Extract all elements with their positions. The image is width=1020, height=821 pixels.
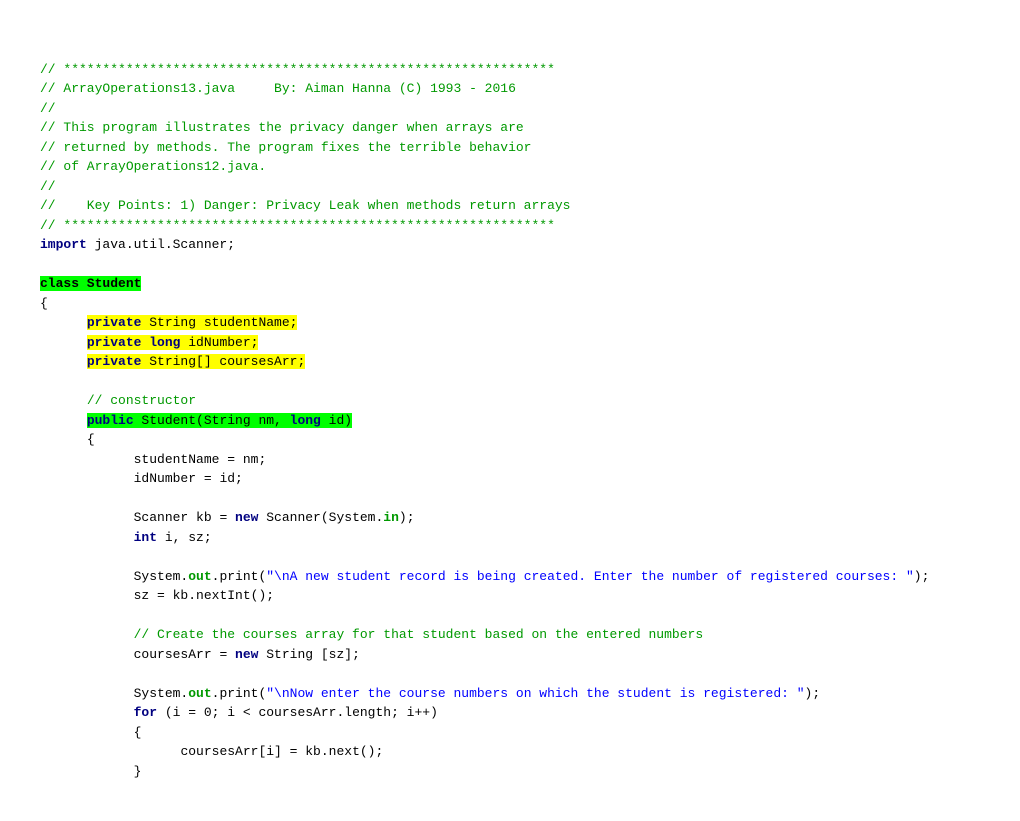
class-declaration: class Student (40, 276, 141, 291)
field-id: private long idNumber; (87, 335, 259, 350)
courses-arr-init: coursesArr = new String [sz]; (134, 647, 360, 662)
int-keyword: int (134, 530, 157, 545)
assign-name: studentName = nm; (134, 452, 267, 467)
field-name: private String studentName; (87, 315, 298, 330)
new-keyword-1: new (235, 510, 258, 525)
create-array-comment: // Create the courses array for that stu… (134, 627, 704, 642)
private-keyword-1: private (87, 315, 142, 330)
import-keyword: import (40, 237, 87, 252)
private-keyword-2: private (87, 335, 142, 350)
string-1: "\nA new student record is being created… (266, 569, 914, 584)
assign-id: idNumber = id; (134, 471, 243, 486)
constructor-comment: // constructor (87, 393, 196, 408)
in-keyword: in (383, 510, 399, 525)
comment-line-1: // *************************************… (40, 62, 571, 233)
public-keyword-1: public (87, 413, 134, 428)
private-keyword-3: private (87, 354, 142, 369)
out-keyword-1: out (188, 569, 211, 584)
for-keyword: for (134, 705, 157, 720)
new-keyword-2: new (235, 647, 258, 662)
scan-int: sz = kb.nextInt(); (134, 588, 274, 603)
field-courses: private String[] coursesArr; (87, 354, 305, 369)
for-open-brace: { (134, 725, 142, 740)
long-keyword: long (149, 335, 180, 350)
open-brace: { (40, 296, 48, 311)
scanner-init: Scanner kb = new Scanner(System.in); (134, 510, 415, 525)
constructor-open-brace: { (87, 432, 95, 447)
int-decl: int i, sz; (134, 530, 212, 545)
code-editor: // *************************************… (40, 40, 980, 781)
string-2: "\nNow enter the course numbers on which… (266, 686, 804, 701)
courses-assign: coursesArr[i] = kb.next(); (180, 744, 383, 759)
for-close-brace: } (134, 764, 142, 779)
out-keyword-2: out (188, 686, 211, 701)
system-out-1: System.out.print("\nA new student record… (134, 569, 930, 584)
for-loop: for (i = 0; i < coursesArr.length; i++) (134, 705, 438, 720)
constructor-declaration: public Student(String nm, long id) (87, 413, 352, 428)
import-line: import java.util.Scanner; (40, 237, 235, 252)
system-out-2: System.out.print("\nNow enter the course… (134, 686, 821, 701)
long-keyword-2: long (290, 413, 321, 428)
